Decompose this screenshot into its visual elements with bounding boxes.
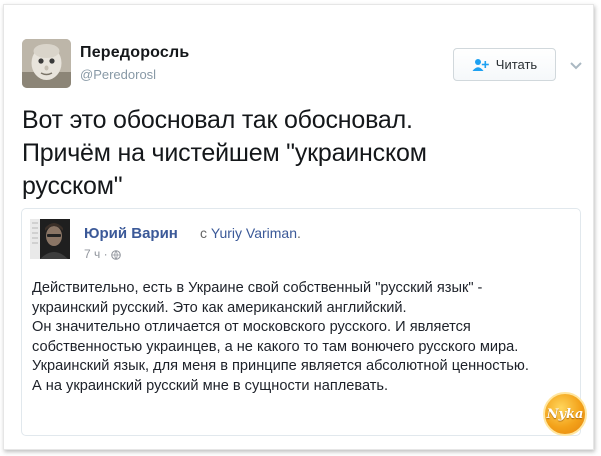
- author-photo[interactable]: [30, 219, 70, 259]
- body-line: Он значительно отличается от московского…: [32, 319, 471, 335]
- quoted-post[interactable]: Юрий Варин с Yuriy Variman. 7 ч · Действ…: [21, 208, 581, 436]
- avatar[interactable]: [22, 39, 71, 88]
- follow-button-label: Читать: [495, 57, 538, 72]
- body-line: собственностью украинцев, а не какого то…: [32, 338, 519, 355]
- watermark-logo: Nyka: [543, 392, 587, 436]
- quoted-via: с Yuriy Variman.: [200, 225, 301, 241]
- timestamp-text[interactable]: 7 ч ·: [84, 247, 108, 261]
- chevron-down-icon[interactable]: [569, 58, 583, 70]
- via-prefix: с: [200, 225, 207, 241]
- body-line: Действительно, есть в Украине свой собст…: [32, 280, 483, 296]
- tweet-text-line: Вот это обосновал так обосновал.: [22, 106, 413, 134]
- follow-button[interactable]: Читать: [453, 48, 556, 81]
- display-name[interactable]: Передоросль: [80, 44, 189, 62]
- quoted-author-name[interactable]: Юрий Варин: [84, 225, 178, 242]
- quoted-post-body: Действительно, есть в Украине свой собст…: [32, 279, 577, 396]
- user-handle[interactable]: @Peredorosl: [80, 67, 156, 82]
- via-name-link[interactable]: Yuriy Variman: [211, 225, 297, 241]
- via-suffix: .: [297, 225, 301, 241]
- body-line: Украинский язык, для меня в принципе явл…: [32, 358, 529, 374]
- globe-icon: [110, 249, 121, 260]
- post-timestamp: 7 ч ·: [84, 247, 121, 261]
- tweet-text: Вот это обосновал так обосновал. Причём …: [22, 104, 562, 203]
- body-line: А на украинский русский мне в сущности н…: [32, 377, 389, 394]
- watermark-text: Nyka: [546, 406, 584, 422]
- avatar-image: [22, 39, 71, 88]
- body-line: украинский русский. Это как американский…: [32, 299, 407, 316]
- tweet-text-line: Причём на чистейшем "украинском: [22, 139, 427, 167]
- tweet-text-line: русском": [22, 172, 123, 200]
- add-user-icon: [472, 58, 490, 72]
